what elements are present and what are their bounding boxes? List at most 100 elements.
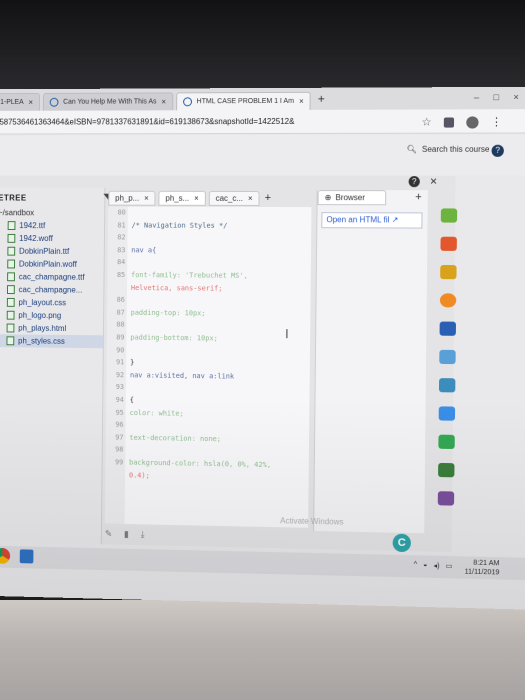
search-course[interactable]: 🔍︎ Search this course <box>406 145 489 154</box>
code-line: nav a:visited, nav a:link <box>129 371 235 381</box>
browser-pane-add-button[interactable]: + <box>415 191 422 203</box>
close-window-button[interactable]: × <box>513 92 519 102</box>
browser-preview-pane: ⊕ Browser + Open an HTML fil ↗ <box>313 190 428 534</box>
code-line: color: white; <box>129 408 184 418</box>
tree-file[interactable]: DobkinPlain.ttf <box>0 245 104 258</box>
tree-file[interactable]: cac_champagne.ttf <box>0 270 104 284</box>
search-icon: 🔍︎ <box>406 144 417 154</box>
code-editor[interactable]: 80 81 /* Navigation Styles */ 82 83 nav a{84 8… <box>104 206 312 528</box>
line-number: 90 <box>116 345 125 354</box>
pencil-tool-icon[interactable] <box>440 208 458 223</box>
ide-bottom-toolbar: ✎ ▮ ⤓ <box>105 526 184 544</box>
tree-file[interactable]: ph_layout.css <box>0 296 103 310</box>
chegg-favicon-icon <box>182 97 192 107</box>
app-taskbar-icon[interactable] <box>19 549 34 564</box>
cloud-icon[interactable] <box>438 406 456 421</box>
drive-icon[interactable] <box>438 434 455 450</box>
volume-icon[interactable]: ◂) <box>434 562 440 570</box>
ide-close-icon[interactable]: × <box>430 174 437 188</box>
editor-tab-close-icon[interactable]: × <box>194 193 199 202</box>
code-line: { <box>129 396 134 405</box>
download-icon[interactable]: ⤓ <box>141 529 145 540</box>
code-line: text-decoration: none; <box>129 433 221 444</box>
tab-label: 1-PLEA <box>0 98 24 106</box>
tree-file[interactable]: 1942.ttf <box>0 219 104 232</box>
photo-desk-surface <box>0 600 525 700</box>
editor-tab-close-icon[interactable]: × <box>248 193 253 202</box>
file-label: 1942.woff <box>19 233 53 244</box>
line-number: 95 <box>115 408 124 417</box>
code-line: } <box>130 358 135 367</box>
editor-tab-label: ph_s... <box>165 193 190 203</box>
cloud9-logo-icon: C <box>392 533 412 553</box>
code-line: /* Navigation Styles */ <box>131 221 228 230</box>
image-tool-icon[interactable] <box>439 349 456 365</box>
account-icon[interactable] <box>466 115 479 129</box>
app-icon[interactable] <box>437 491 455 506</box>
file-icon <box>6 323 15 333</box>
orange-circle-icon[interactable] <box>439 293 457 308</box>
file-tree-title: ETREE <box>0 193 27 203</box>
share-icon[interactable] <box>438 378 456 393</box>
extension-icon[interactable] <box>443 116 455 128</box>
external-link-icon[interactable]: ↗ <box>392 215 399 224</box>
editor-tab-label: cac_c... <box>215 193 244 203</box>
browser-tab[interactable]: Can You Help Me With This As × <box>42 92 174 111</box>
file-label: ph_layout.css <box>18 298 67 308</box>
cloud9-ide: ? × ETREE ~/sandbox 1942.ttf 1942.woff D… <box>0 174 456 553</box>
tree-file[interactable]: 1942.woff <box>0 232 104 245</box>
clock-date: 11/11/2019 <box>464 568 500 577</box>
keyboard-icon[interactable]: ▭ <box>446 562 453 570</box>
code-line: Helvetica, sans-serif; <box>130 283 223 293</box>
code-line: nav a{ <box>131 246 157 255</box>
tree-folder-sandbox[interactable]: ~/sandbox <box>0 206 104 219</box>
editor-tab-active[interactable]: ph_s... × <box>158 190 206 206</box>
minimize-button[interactable]: – <box>474 92 479 102</box>
file-tree: ETREE ~/sandbox 1942.ttf 1942.woff Dobki… <box>0 187 106 545</box>
network-icon[interactable]: ◒ <box>423 562 427 570</box>
tree-file[interactable]: DobkinPlain.woff <box>0 257 104 271</box>
book-icon[interactable] <box>439 321 457 336</box>
tree-file[interactable]: cac_champagne... <box>0 283 103 297</box>
tree-file-selected[interactable]: ph_styles.css <box>0 334 103 349</box>
new-tab-button[interactable]: + <box>318 92 325 106</box>
code-line: font-family: 'Trebuchet MS', <box>131 271 248 280</box>
az-dictionary-icon[interactable] <box>440 264 457 280</box>
line-number: 88 <box>116 320 125 329</box>
tree-file[interactable]: ph_logo.png <box>0 309 103 323</box>
tab-close-icon[interactable]: × <box>161 97 166 106</box>
address-url[interactable]: 1587536461363464&eISBN=9781337631891&id=… <box>0 117 294 127</box>
open-html-file-field[interactable]: Open an HTML fil ↗ <box>321 212 423 229</box>
tab-close-icon[interactable]: × <box>299 97 304 106</box>
line-number: 83 <box>117 246 126 255</box>
tab-close-icon[interactable]: × <box>28 98 33 107</box>
file-label: DobkinPlain.ttf <box>18 246 70 256</box>
save-icon[interactable]: ▮ <box>124 528 129 539</box>
editor-tab[interactable]: cac_c... × <box>208 190 260 206</box>
editor-tab-label: ph_p... <box>115 193 140 203</box>
file-label: cac_champagne... <box>18 285 83 295</box>
chegg-favicon-icon <box>49 97 59 107</box>
help-icon[interactable]: ? <box>491 144 504 157</box>
file-icon <box>6 297 15 307</box>
editor-tab-close-icon[interactable]: × <box>144 193 149 202</box>
rss-icon[interactable] <box>440 236 457 251</box>
line-number: 93 <box>115 383 125 392</box>
bookmark-star-icon[interactable]: ☆ <box>422 116 432 129</box>
browser-tab[interactable]: 1-PLEA × <box>0 92 40 111</box>
new-editor-tab-button[interactable]: + <box>265 192 272 204</box>
chevron-up-icon[interactable]: ^ <box>414 561 417 569</box>
browser-tab-active[interactable]: HTML CASE PROBLEM 1 I Am × <box>175 91 311 111</box>
chrome-taskbar-icon[interactable] <box>0 547 11 564</box>
maximize-button[interactable]: □ <box>493 92 499 102</box>
monitor-screen: 1-PLEA × Can You Help Me With This As × … <box>0 86 525 611</box>
file-icon <box>7 246 16 256</box>
taskbar-clock[interactable]: 8:21 AM 11/11/2019 <box>465 558 500 577</box>
editor-tab[interactable]: ph_p... × <box>108 190 156 206</box>
pencil-icon[interactable]: ✎ <box>105 528 112 539</box>
grid-icon[interactable] <box>438 462 455 478</box>
tree-file[interactable]: ph_plays.html <box>0 321 103 335</box>
menu-kebab-icon[interactable]: ⋮ <box>491 115 502 128</box>
browser-pane-tab[interactable]: ⊕ Browser <box>317 190 387 206</box>
ide-help-icon[interactable]: ? <box>408 175 420 187</box>
